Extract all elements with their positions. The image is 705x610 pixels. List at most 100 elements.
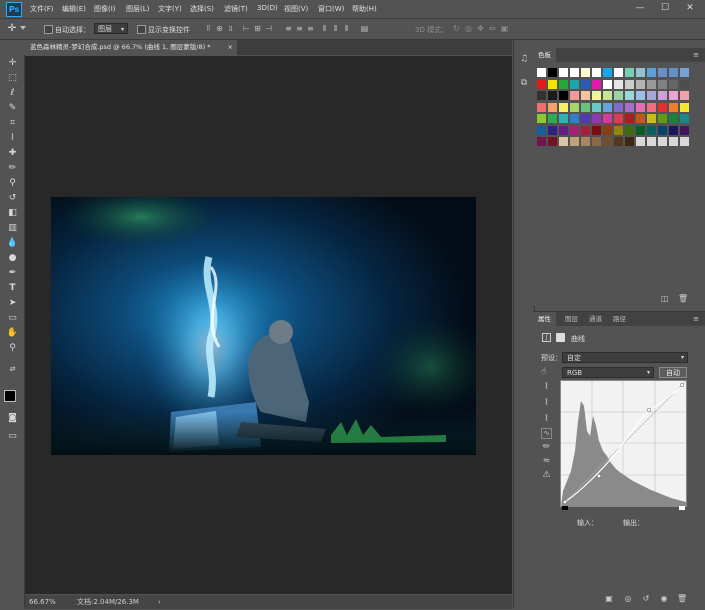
color-swatch[interactable] bbox=[581, 102, 590, 112]
menu-item-1[interactable]: 编辑(E) bbox=[62, 4, 86, 14]
color-swatch[interactable] bbox=[570, 102, 579, 112]
color-swatch[interactable] bbox=[570, 68, 579, 77]
color-swatch[interactable] bbox=[581, 137, 590, 146]
color-swatch[interactable] bbox=[548, 137, 557, 146]
hand-tool-icon[interactable]: ✋ bbox=[6, 327, 19, 339]
quick-select-tool-icon[interactable]: ✎ bbox=[6, 102, 19, 114]
on-image-adjust-icon[interactable]: ☝ bbox=[541, 367, 552, 378]
clipping-warning-icon[interactable]: ⚠ bbox=[541, 470, 552, 481]
blur-tool-icon[interactable]: 💧 bbox=[6, 237, 19, 249]
color-swatch[interactable] bbox=[625, 68, 634, 77]
color-swatch[interactable] bbox=[669, 137, 678, 146]
color-swatch[interactable] bbox=[548, 79, 557, 89]
document-canvas[interactable] bbox=[51, 197, 476, 455]
color-swatch[interactable] bbox=[537, 91, 546, 100]
color-swatch[interactable] bbox=[592, 91, 601, 100]
tab-swatches[interactable]: 色板 bbox=[533, 48, 556, 62]
color-swatch[interactable] bbox=[680, 79, 689, 89]
type-tool-icon[interactable]: T bbox=[6, 282, 19, 294]
gradient-tool-icon[interactable]: ▥ bbox=[6, 222, 19, 234]
color-swatch[interactable] bbox=[658, 68, 667, 77]
color-swatch[interactable] bbox=[614, 102, 623, 112]
maximize-button[interactable]: ☐ bbox=[655, 2, 675, 15]
color-swatch[interactable] bbox=[625, 114, 634, 123]
pen-tool-icon[interactable]: ✒ bbox=[6, 267, 19, 279]
color-swatch[interactable] bbox=[581, 114, 590, 123]
show-transform-checkbox[interactable] bbox=[137, 25, 146, 34]
history-brush-tool-icon[interactable]: ↺ bbox=[6, 192, 19, 204]
auto-align-icon[interactable]: ▤ bbox=[360, 24, 369, 33]
toggle-visibility-icon[interactable]: ◉ bbox=[659, 594, 669, 604]
color-swatch[interactable] bbox=[658, 125, 667, 135]
black-point-slider[interactable] bbox=[562, 506, 568, 510]
align-vcenter-icon[interactable]: ⊕ bbox=[215, 24, 224, 33]
close-window-button[interactable]: ✕ bbox=[680, 2, 700, 15]
tab-paths[interactable]: 路径 bbox=[608, 312, 631, 326]
color-swatch[interactable] bbox=[636, 125, 645, 135]
zoom-level[interactable]: 66.67% bbox=[29, 595, 56, 609]
menu-item-6[interactable]: 滤镜(T) bbox=[224, 4, 248, 14]
color-swatch[interactable] bbox=[592, 102, 601, 112]
foreground-color-swatch[interactable] bbox=[4, 390, 16, 402]
tab-channels[interactable]: 通道 bbox=[584, 312, 607, 326]
status-menu-icon[interactable]: › bbox=[158, 595, 161, 609]
color-swatch[interactable] bbox=[614, 91, 623, 100]
color-swatch[interactable] bbox=[581, 91, 590, 100]
menu-item-3[interactable]: 图层(L) bbox=[126, 4, 149, 14]
color-swatch[interactable] bbox=[559, 125, 568, 135]
auto-select-dropdown[interactable]: 图层 ▾ bbox=[94, 23, 128, 34]
align-left-icon[interactable]: ⊢ bbox=[242, 24, 251, 33]
color-swatch[interactable] bbox=[625, 102, 634, 112]
color-swatch[interactable] bbox=[625, 91, 634, 100]
menu-item-10[interactable]: 帮助(H) bbox=[352, 4, 377, 14]
color-swatch[interactable] bbox=[592, 79, 601, 89]
color-swatch[interactable] bbox=[669, 102, 678, 112]
color-swatch[interactable] bbox=[669, 125, 678, 135]
zoom-tool-icon[interactable]: ⚲ bbox=[6, 342, 19, 354]
color-swatch[interactable] bbox=[625, 79, 634, 89]
curves-graph[interactable] bbox=[560, 380, 687, 507]
swap-colors-icon[interactable]: ⇄ bbox=[6, 363, 19, 375]
color-swatch[interactable] bbox=[537, 79, 546, 89]
black-point-eyedropper-icon[interactable]: ⌇ bbox=[541, 382, 552, 393]
color-swatch[interactable] bbox=[614, 114, 623, 123]
clip-to-layer-icon[interactable]: ▣ bbox=[604, 594, 614, 604]
distribute-right-icon[interactable]: ⦀ bbox=[342, 24, 351, 33]
3d-rotate-icon[interactable]: ↻ bbox=[452, 24, 461, 33]
3d-pan-icon[interactable]: ✥ bbox=[476, 24, 485, 33]
distribute-vcenter-icon[interactable]: ≡ bbox=[295, 24, 304, 33]
color-swatch[interactable] bbox=[592, 68, 601, 77]
align-hcenter-icon[interactable]: ⊞ bbox=[253, 24, 262, 33]
color-swatch[interactable] bbox=[658, 137, 667, 146]
color-swatch[interactable] bbox=[647, 91, 656, 100]
menu-item-4[interactable]: 文字(Y) bbox=[158, 4, 182, 14]
color-swatch[interactable] bbox=[603, 125, 612, 135]
color-swatch[interactable] bbox=[581, 125, 590, 135]
color-swatch[interactable] bbox=[669, 79, 678, 89]
crop-tool-icon[interactable]: ⌗ bbox=[6, 117, 19, 129]
color-swatch[interactable] bbox=[636, 114, 645, 123]
new-swatch-icon[interactable]: ◫ bbox=[661, 294, 670, 303]
align-top-icon[interactable]: ⫪ bbox=[204, 24, 213, 33]
color-swatch[interactable] bbox=[636, 102, 645, 112]
color-swatch[interactable] bbox=[603, 68, 612, 77]
screen-mode-icon[interactable]: ▭ bbox=[6, 430, 19, 442]
curves-adjustment-icon[interactable]: ∫ bbox=[542, 333, 551, 342]
color-swatch[interactable] bbox=[559, 79, 568, 89]
color-swatch[interactable] bbox=[669, 68, 678, 77]
auto-select-checkbox[interactable] bbox=[44, 25, 53, 34]
color-swatch[interactable] bbox=[680, 68, 689, 77]
brush-tool-icon[interactable]: ✏ bbox=[6, 162, 19, 174]
color-swatch[interactable] bbox=[603, 79, 612, 89]
color-swatch[interactable] bbox=[636, 79, 645, 89]
menu-item-0[interactable]: 文件(F) bbox=[30, 4, 54, 14]
color-swatch[interactable] bbox=[636, 137, 645, 146]
color-swatch[interactable] bbox=[658, 79, 667, 89]
clone-stamp-tool-icon[interactable]: ⚲ bbox=[6, 177, 19, 189]
tool-preset-dropdown-icon[interactable] bbox=[20, 26, 26, 30]
gray-point-eyedropper-icon[interactable]: ⌇ bbox=[541, 398, 552, 409]
color-swatch[interactable] bbox=[592, 137, 601, 146]
color-swatch[interactable] bbox=[537, 137, 546, 146]
color-swatch[interactable] bbox=[592, 114, 601, 123]
path-select-tool-icon[interactable]: ➤ bbox=[6, 297, 19, 309]
